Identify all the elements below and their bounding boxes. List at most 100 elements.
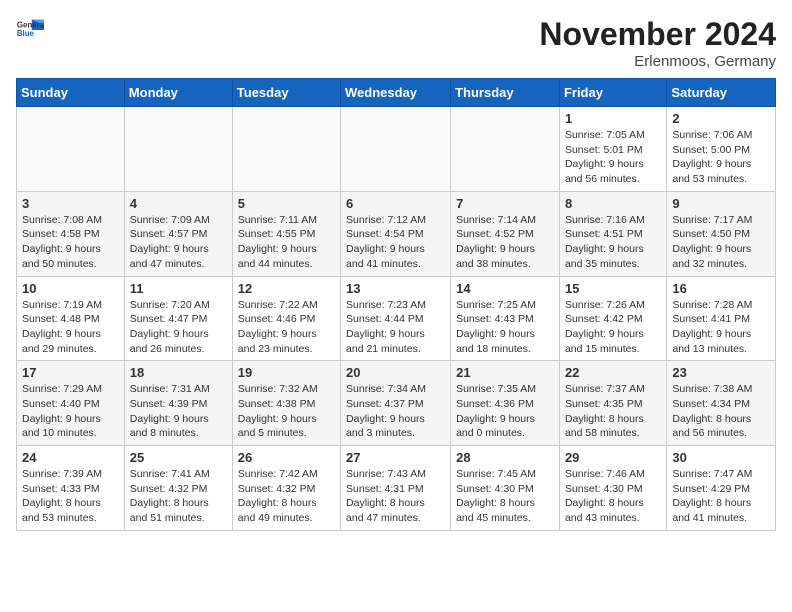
calendar-day [232,107,340,192]
calendar-day: 11 Sunrise: 7:20 AM Sunset: 4:47 PM Dayli… [124,276,232,361]
calendar-day: 15 Sunrise: 7:26 AM Sunset: 4:42 PM Dayli… [559,276,666,361]
col-header-sunday: Sunday [17,79,125,107]
day-info: Sunrise: 7:45 AM Sunset: 4:30 PM Dayligh… [456,467,554,526]
calendar-day: 1 Sunrise: 7:05 AM Sunset: 5:01 PM Daylig… [559,107,666,192]
day-number: 1 [565,111,661,126]
calendar-day: 18 Sunrise: 7:31 AM Sunset: 4:39 PM Dayli… [124,361,232,446]
location: Erlenmoos, Germany [539,53,776,70]
day-number: 9 [672,196,770,211]
day-info: Sunrise: 7:32 AM Sunset: 4:38 PM Dayligh… [238,382,335,441]
day-number: 23 [672,365,770,380]
calendar-day: 13 Sunrise: 7:23 AM Sunset: 4:44 PM Dayli… [341,276,451,361]
day-info: Sunrise: 7:26 AM Sunset: 4:42 PM Dayligh… [565,298,661,357]
day-info: Sunrise: 7:37 AM Sunset: 4:35 PM Dayligh… [565,382,661,441]
calendar-day: 28 Sunrise: 7:45 AM Sunset: 4:30 PM Dayli… [451,446,560,531]
day-info: Sunrise: 7:05 AM Sunset: 5:01 PM Dayligh… [565,128,661,187]
day-number: 8 [565,196,661,211]
day-number: 13 [346,281,445,296]
day-info: Sunrise: 7:20 AM Sunset: 4:47 PM Dayligh… [130,298,227,357]
calendar-day: 24 Sunrise: 7:39 AM Sunset: 4:33 PM Dayli… [17,446,125,531]
day-number: 22 [565,365,661,380]
calendar-day: 9 Sunrise: 7:17 AM Sunset: 4:50 PM Daylig… [667,191,776,276]
day-info: Sunrise: 7:12 AM Sunset: 4:54 PM Dayligh… [346,213,445,272]
day-info: Sunrise: 7:35 AM Sunset: 4:36 PM Dayligh… [456,382,554,441]
day-info: Sunrise: 7:08 AM Sunset: 4:58 PM Dayligh… [22,213,119,272]
calendar-day: 3 Sunrise: 7:08 AM Sunset: 4:58 PM Daylig… [17,191,125,276]
calendar-week-1: 1 Sunrise: 7:05 AM Sunset: 5:01 PM Daylig… [17,107,776,192]
header: General Blue November 2024 Erlenmoos, Ge… [16,16,776,70]
day-number: 15 [565,281,661,296]
day-info: Sunrise: 7:34 AM Sunset: 4:37 PM Dayligh… [346,382,445,441]
day-info: Sunrise: 7:38 AM Sunset: 4:34 PM Dayligh… [672,382,770,441]
calendar-day: 19Sunrise: 7:32 AM Sunset: 4:38 PM Dayli… [232,361,340,446]
day-number: 25 [130,450,227,465]
day-info: Sunrise: 7:25 AM Sunset: 4:43 PM Dayligh… [456,298,554,357]
day-info: Sunrise: 7:23 AM Sunset: 4:44 PM Dayligh… [346,298,445,357]
day-info: Sunrise: 7:22 AM Sunset: 4:46 PM Dayligh… [238,298,335,357]
day-number: 21 [456,365,554,380]
col-header-thursday: Thursday [451,79,560,107]
day-number: 26 [238,450,335,465]
calendar-day [124,107,232,192]
calendar-day: 7Sunrise: 7:14 AM Sunset: 4:52 PM Daylig… [451,191,560,276]
day-number: 4 [130,196,227,211]
calendar-day: 6 Sunrise: 7:12 AM Sunset: 4:54 PM Daylig… [341,191,451,276]
day-info: Sunrise: 7:42 AM Sunset: 4:32 PM Dayligh… [238,467,335,526]
svg-text:Blue: Blue [17,29,35,38]
day-number: 30 [672,450,770,465]
month-title: November 2024 [539,16,776,53]
calendar-day: 27Sunrise: 7:43 AM Sunset: 4:31 PM Dayli… [341,446,451,531]
day-info: Sunrise: 7:16 AM Sunset: 4:51 PM Dayligh… [565,213,661,272]
day-number: 18 [130,365,227,380]
day-info: Sunrise: 7:19 AM Sunset: 4:48 PM Dayligh… [22,298,119,357]
col-header-friday: Friday [559,79,666,107]
calendar-day: 25Sunrise: 7:41 AM Sunset: 4:32 PM Dayli… [124,446,232,531]
col-header-wednesday: Wednesday [341,79,451,107]
day-number: 7 [456,196,554,211]
calendar-day [451,107,560,192]
calendar-day: 26 Sunrise: 7:42 AM Sunset: 4:32 PM Dayli… [232,446,340,531]
title-area: November 2024 Erlenmoos, Germany [539,16,776,70]
day-number: 24 [22,450,119,465]
day-info: Sunrise: 7:39 AM Sunset: 4:33 PM Dayligh… [22,467,119,526]
day-info: Sunrise: 7:29 AM Sunset: 4:40 PM Dayligh… [22,382,119,441]
day-info: Sunrise: 7:31 AM Sunset: 4:39 PM Dayligh… [130,382,227,441]
day-number: 11 [130,281,227,296]
logo: General Blue [16,16,44,44]
day-number: 12 [238,281,335,296]
col-header-monday: Monday [124,79,232,107]
calendar-day: 14 Sunrise: 7:25 AM Sunset: 4:43 PM Dayli… [451,276,560,361]
calendar-week-5: 24 Sunrise: 7:39 AM Sunset: 4:33 PM Dayli… [17,446,776,531]
day-number: 2 [672,111,770,126]
day-number: 6 [346,196,445,211]
calendar-week-4: 17Sunrise: 7:29 AM Sunset: 4:40 PM Dayli… [17,361,776,446]
calendar-day: 2 Sunrise: 7:06 AM Sunset: 5:00 PM Daylig… [667,107,776,192]
header-row: SundayMondayTuesdayWednesdayThursdayFrid… [17,79,776,107]
svg-text:General: General [17,20,44,29]
day-info: Sunrise: 7:46 AM Sunset: 4:30 PM Dayligh… [565,467,661,526]
logo-icon: General Blue [16,16,44,44]
calendar-day: 12 Sunrise: 7:22 AM Sunset: 4:46 PM Dayli… [232,276,340,361]
calendar-day: 20Sunrise: 7:34 AM Sunset: 4:37 PM Dayli… [341,361,451,446]
day-info: Sunrise: 7:43 AM Sunset: 4:31 PM Dayligh… [346,467,445,526]
calendar-day: 21 Sunrise: 7:35 AM Sunset: 4:36 PM Dayli… [451,361,560,446]
calendar-day: 5 Sunrise: 7:11 AM Sunset: 4:55 PM Daylig… [232,191,340,276]
day-info: Sunrise: 7:17 AM Sunset: 4:50 PM Dayligh… [672,213,770,272]
day-info: Sunrise: 7:06 AM Sunset: 5:00 PM Dayligh… [672,128,770,187]
calendar-day: 10Sunrise: 7:19 AM Sunset: 4:48 PM Dayli… [17,276,125,361]
day-number: 14 [456,281,554,296]
calendar-day: 23 Sunrise: 7:38 AM Sunset: 4:34 PM Dayli… [667,361,776,446]
day-number: 28 [456,450,554,465]
calendar-week-2: 3 Sunrise: 7:08 AM Sunset: 4:58 PM Daylig… [17,191,776,276]
calendar-day: 30 Sunrise: 7:47 AM Sunset: 4:29 PM Dayli… [667,446,776,531]
day-number: 5 [238,196,335,211]
col-header-tuesday: Tuesday [232,79,340,107]
day-number: 16 [672,281,770,296]
calendar-day: 4Sunrise: 7:09 AM Sunset: 4:57 PM Daylig… [124,191,232,276]
calendar-day: 29Sunrise: 7:46 AM Sunset: 4:30 PM Dayli… [559,446,666,531]
day-info: Sunrise: 7:11 AM Sunset: 4:55 PM Dayligh… [238,213,335,272]
day-info: Sunrise: 7:47 AM Sunset: 4:29 PM Dayligh… [672,467,770,526]
calendar-week-3: 10Sunrise: 7:19 AM Sunset: 4:48 PM Dayli… [17,276,776,361]
day-number: 3 [22,196,119,211]
col-header-saturday: Saturday [667,79,776,107]
